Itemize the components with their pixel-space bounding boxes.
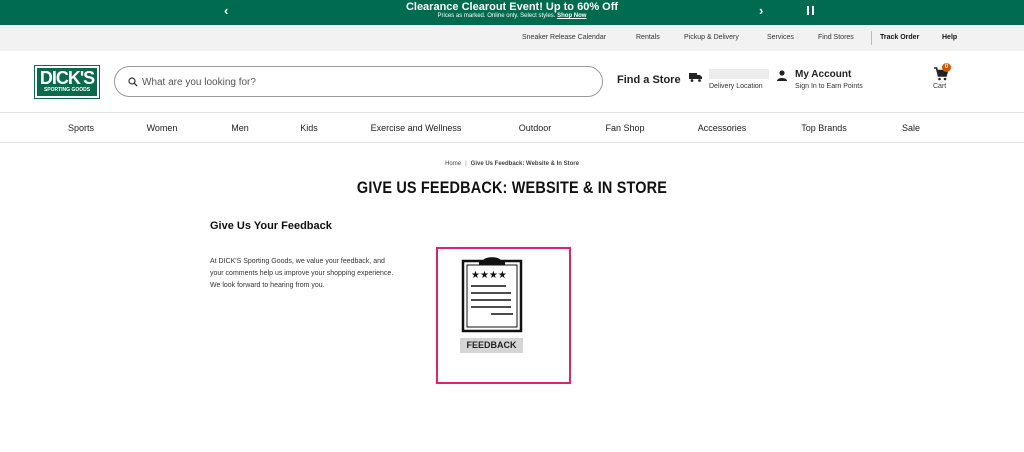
util-link-pickup-delivery[interactable]: Pickup & Delivery [684, 34, 739, 41]
util-link-find-stores[interactable]: Find Stores [818, 34, 854, 41]
logo-text: DICK'S [39, 68, 95, 88]
nav-item-fan-shop[interactable]: Fan Shop [605, 123, 644, 133]
track-order-link[interactable]: Track Order [880, 34, 919, 41]
promo-title: Clearance Clearout Event! Up to 60% Off [405, 1, 619, 13]
logo-subtext: SPORTING GOODS [37, 87, 97, 93]
nav-item-accessories[interactable]: Accessories [698, 123, 747, 133]
feedback-description: At DICK'S Sporting Goods, we value your … [210, 258, 394, 289]
feedback-label: FEEDBACK [460, 338, 523, 353]
search-bar[interactable] [114, 66, 603, 97]
breadcrumb: Home | Give Us Feedback: Website & In Stor… [0, 161, 1024, 167]
breadcrumb-separator: | [465, 161, 467, 167]
nav-item-sports[interactable]: Sports [68, 123, 94, 133]
promo-banner: ‹ Clearance Clearout Event! Up to 60% Of… [0, 0, 1024, 25]
delivery-zip-placeholder[interactable] [709, 69, 769, 79]
promo-next-button[interactable]: › [759, 3, 763, 18]
delivery-truck-icon [689, 73, 702, 82]
promo-subtitle: Prices as marked. Online only. Select st… [0, 13, 1024, 19]
feedback-card-link[interactable]: ★★★★ FEEDBACK [436, 247, 571, 384]
feedback-section-heading: Give Us Your Feedback [210, 220, 332, 232]
nav-item-women[interactable]: Women [147, 123, 178, 133]
find-a-store-link[interactable]: Find a Store [617, 74, 681, 86]
cart-count-badge: 0 [942, 63, 951, 72]
dicks-logo[interactable]: DICK'S SPORTING GOODS [34, 65, 100, 99]
nav-item-kids[interactable]: Kids [300, 123, 318, 133]
sign-in-earn-points-link[interactable]: Sign In to Earn Points [795, 83, 863, 90]
util-link-rentals[interactable]: Rentals [636, 34, 660, 41]
delivery-location-label[interactable]: Delivery Location [709, 83, 763, 90]
util-link-sneaker-calendar[interactable]: Sneaker Release Calendar [522, 34, 606, 41]
account-icon [777, 70, 787, 81]
nav-item-men[interactable]: Men [231, 123, 249, 133]
shop-now-link[interactable]: Shop Now [557, 13, 586, 19]
nav-item-top-brands[interactable]: Top Brands [801, 123, 847, 133]
util-link-services[interactable]: Services [767, 34, 794, 41]
search-input[interactable] [142, 74, 582, 90]
clipboard-rating-icon: ★★★★ [461, 257, 523, 333]
promo-subtitle-text: Prices as marked. Online only. Select st… [437, 13, 556, 19]
nav-item-sale[interactable]: Sale [902, 123, 920, 133]
my-account-link[interactable]: My Account [795, 69, 851, 80]
main-nav: Sports Women Men Kids Exercise and Welln… [0, 112, 1024, 143]
pause-icon[interactable] [807, 6, 814, 15]
help-link[interactable]: Help [942, 34, 957, 41]
cart-label[interactable]: Cart [933, 83, 946, 90]
breadcrumb-current: Give Us Feedback: Website & In Store [470, 161, 579, 167]
svg-text:★★★★: ★★★★ [471, 270, 507, 281]
breadcrumb-home-link[interactable]: Home [445, 161, 461, 167]
nav-item-exercise-wellness[interactable]: Exercise and Wellness [371, 123, 462, 133]
util-divider [871, 31, 872, 45]
utility-bar: Sneaker Release Calendar Rentals Pickup … [0, 25, 1024, 51]
search-icon [128, 77, 138, 87]
page-title: GIVE US FEEDBACK: WEBSITE & IN STORE [356, 178, 668, 197]
nav-item-outdoor[interactable]: Outdoor [519, 123, 552, 133]
